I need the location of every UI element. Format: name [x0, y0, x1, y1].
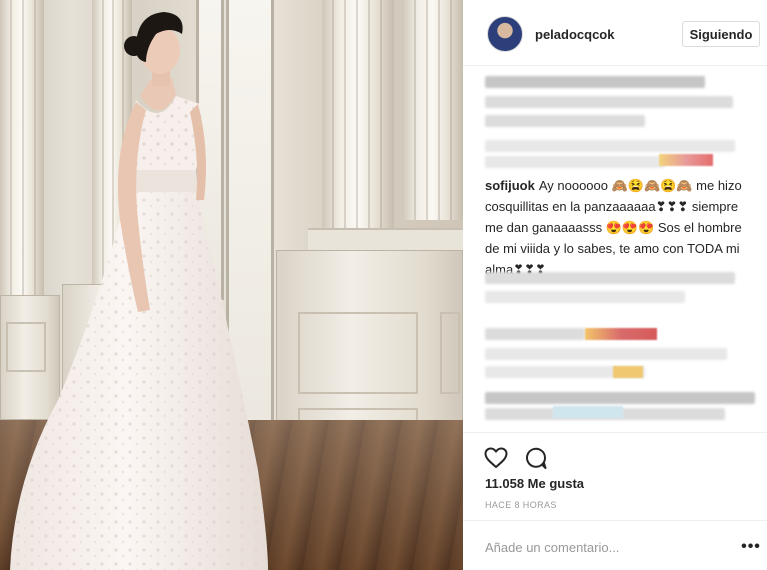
heart-icon[interactable]: [483, 445, 509, 471]
add-comment-bar: •••: [463, 520, 767, 570]
post-photo[interactable]: [0, 0, 463, 570]
comment-username[interactable]: sofijuok: [485, 178, 535, 193]
like-count[interactable]: 11.058 Me gusta: [485, 476, 584, 491]
post-sidebar: peladocqcok Siguiendo sofijuok Ay noooooo…: [463, 0, 767, 570]
obscured-caption-line: [485, 76, 705, 88]
obscured-caption-line: [485, 156, 665, 168]
post-username[interactable]: peladocqcok: [535, 27, 614, 42]
obscured-comment-line: [485, 272, 735, 284]
obscured-caption-line: [485, 115, 645, 127]
bride-figure: [10, 12, 268, 570]
obscured-emoji: [613, 366, 643, 378]
post-header: peladocqcok Siguiendo: [463, 0, 767, 66]
comment: sofijuok Ay noooooo 🙈😫🙈😫🙈 me hizo cosquil…: [485, 175, 757, 280]
obscured-emoji: [585, 328, 657, 340]
obscured-comment-line: [485, 328, 585, 340]
user-avatar[interactable]: [487, 16, 523, 52]
following-button[interactable]: Siguiendo: [682, 21, 760, 47]
post-timestamp[interactable]: HACE 8 HORAS: [485, 500, 557, 510]
obscured-comment-line: [485, 291, 685, 303]
obscured-comment-line: [485, 392, 755, 404]
obscured-caption-line: [485, 96, 733, 108]
instagram-post: peladocqcok Siguiendo sofijuok Ay noooooo…: [0, 0, 767, 570]
obscured-emoji: [659, 154, 713, 166]
obscured-comment-line: [485, 348, 727, 360]
obscured-emoji: [553, 406, 623, 418]
more-options-icon[interactable]: •••: [741, 537, 761, 557]
comment-bubble-icon[interactable]: [523, 445, 549, 471]
post-actions: [463, 432, 767, 472]
comment-input[interactable]: [485, 538, 715, 556]
obscured-caption-line: [485, 140, 735, 152]
